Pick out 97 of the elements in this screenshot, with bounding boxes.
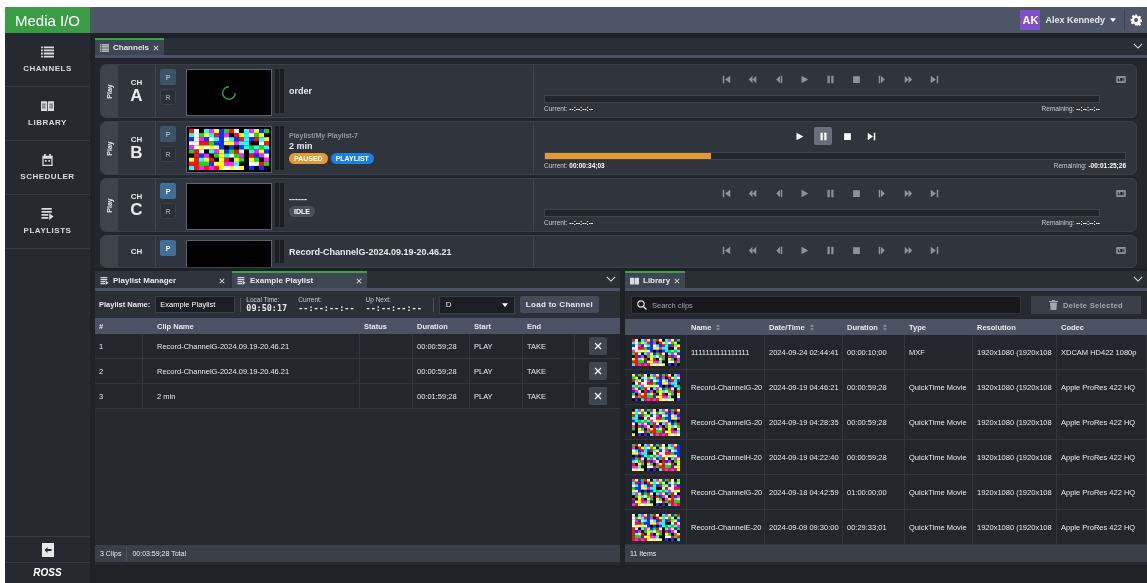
panel-tab[interactable]: Playlist Manager	[95, 271, 230, 288]
step-forward-icon	[877, 188, 887, 198]
play-icon	[799, 74, 809, 84]
sidebar-item[interactable]: LIBRARY	[5, 87, 90, 141]
close-icon[interactable]	[356, 277, 362, 284]
channel-letter: C	[130, 200, 143, 218]
skip-start-icon	[721, 74, 731, 84]
noise-thumbnail	[631, 478, 680, 506]
pause-icon	[825, 74, 835, 84]
fast-forward-icon	[903, 74, 913, 84]
calendar-icon	[41, 154, 54, 166]
pause-icon	[825, 245, 835, 255]
caret-icon	[1110, 18, 1116, 22]
fast-forward-icon	[903, 188, 913, 198]
search-icon	[637, 300, 647, 310]
load-to-channel-button[interactable]: Load to Channel	[519, 296, 599, 313]
clip-title: 2 min	[289, 141, 314, 151]
clip-title: order	[289, 86, 313, 96]
channel-prefix: CH	[130, 192, 143, 201]
cue-icon[interactable]	[1116, 75, 1126, 83]
sidebar-item[interactable]: SCHEDULER	[5, 141, 90, 195]
remove-button[interactable]	[588, 362, 607, 380]
channel-letter: A	[130, 86, 143, 104]
noise-thumbnail	[631, 373, 680, 401]
noise-thumbnail	[631, 443, 680, 471]
noise-thumbnail	[631, 408, 680, 436]
noise-thumbnail	[631, 338, 680, 366]
sidebar-item[interactable]: PLAYLISTS	[5, 195, 90, 249]
rewind-icon	[747, 74, 757, 84]
noise-thumbnail	[631, 513, 680, 541]
close-icon[interactable]	[674, 277, 681, 284]
sidebar-item[interactable]: CHANNELS	[5, 33, 90, 87]
skip-end-icon	[929, 74, 939, 84]
trash-icon	[1049, 300, 1058, 310]
close-icon	[593, 342, 602, 350]
list-icon	[100, 43, 109, 52]
user-menu[interactable]: AK Alex Kennedy	[1020, 9, 1125, 31]
stop-icon	[851, 74, 861, 84]
skip-start-icon	[721, 188, 731, 198]
clip-title: Record-ChannelG-2024.09.19-20.46.21	[289, 246, 453, 257]
playlist-icon	[237, 276, 246, 285]
clip-title: ------	[289, 193, 308, 204]
skip-end-icon	[929, 245, 939, 255]
step-back-icon	[773, 74, 783, 84]
channel-prefix: CH	[130, 247, 143, 256]
playlist-icon	[100, 276, 109, 285]
channel-prefix: CH	[130, 78, 143, 87]
play-icon	[799, 245, 809, 255]
channel-prefix: CH	[130, 135, 143, 144]
channels-tab[interactable]: Channels	[95, 38, 164, 55]
rewind-icon	[747, 245, 757, 255]
time-value: 09:50:17	[246, 303, 288, 313]
panel-tab[interactable]: Example Playlist	[232, 271, 367, 288]
chevron-down-icon[interactable]	[606, 276, 616, 282]
cue-icon[interactable]	[1116, 246, 1126, 254]
play-icon	[799, 188, 809, 198]
list-icon	[41, 46, 54, 58]
close-icon[interactable]	[219, 277, 225, 284]
stop-icon	[851, 245, 861, 255]
library-tab[interactable]: Library	[625, 271, 686, 288]
logout-icon	[41, 542, 54, 557]
settings-icon	[1130, 14, 1142, 26]
book-icon	[630, 276, 639, 285]
avatar: AK	[1020, 10, 1041, 30]
close-icon	[593, 367, 602, 375]
step-forward-icon	[877, 245, 887, 255]
stop-icon	[851, 188, 861, 198]
brand-logo: ROSS	[5, 562, 90, 583]
time-value: --:--:--:--	[298, 303, 355, 313]
stop-icon	[842, 131, 852, 141]
time-value: --:--:--:--	[365, 303, 422, 313]
chevron-down-icon[interactable]	[1133, 43, 1143, 49]
step-back-icon	[773, 245, 783, 255]
book-icon	[41, 100, 54, 112]
step-forward-icon	[877, 74, 887, 84]
caret-icon	[501, 302, 508, 307]
close-icon	[593, 392, 602, 400]
rewind-icon	[747, 188, 757, 198]
pause-icon	[825, 188, 835, 198]
channel-letter: B	[130, 143, 143, 161]
playlist-icon	[41, 208, 54, 220]
cue-icon[interactable]	[1116, 189, 1126, 197]
skip-end-icon	[929, 188, 939, 198]
app-logo: Media I/O	[5, 7, 90, 33]
step-back-icon	[773, 188, 783, 198]
chevron-down-icon[interactable]	[1133, 276, 1143, 282]
loading-spinner-icon	[222, 85, 236, 100]
close-icon[interactable]	[153, 44, 159, 51]
remove-button[interactable]	[588, 337, 607, 355]
remove-button[interactable]	[588, 387, 607, 405]
skip-start-icon	[721, 245, 731, 255]
channel-select[interactable]: D	[438, 295, 515, 314]
play-icon	[794, 131, 804, 141]
pause-button[interactable]	[814, 127, 832, 145]
skip-end-icon	[866, 131, 876, 141]
pause-icon	[818, 131, 828, 141]
fast-forward-icon	[903, 245, 913, 255]
